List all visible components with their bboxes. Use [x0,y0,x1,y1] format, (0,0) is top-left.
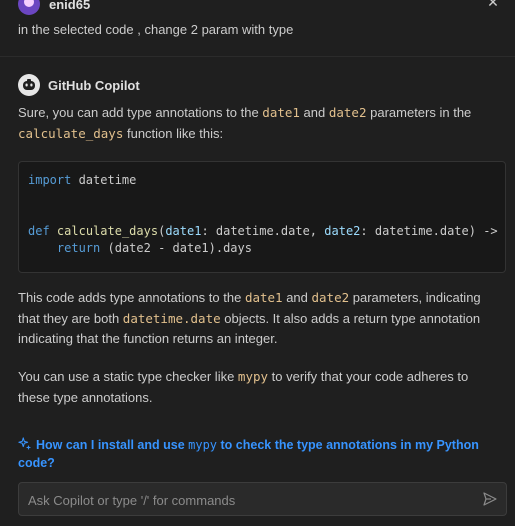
copilot-tip-text: You can use a static type checker like m… [18,369,469,405]
close-icon[interactable]: ✕ [485,0,501,10]
copilot-name: GitHub Copilot [48,77,140,93]
user-name: enid65 [49,0,91,12]
copilot-header: GitHub Copilot [18,74,140,96]
copilot-explanation-text: This code adds type annotations to the d… [18,290,481,346]
inline-code: date2 [311,290,350,305]
divider [0,56,515,57]
inline-code: datetime.date [122,310,221,326]
user-header: enid65 [18,0,90,15]
followup-suggestion-link[interactable]: How can I install and use mypy to check … [18,436,488,472]
code-line: return (date2 - date1).days [56,241,252,255]
code-line: import datetime [28,173,137,187]
chat-input[interactable] [26,483,470,517]
copilot-intro-text: Sure, you can add type annotations to th… [18,105,472,141]
sparkle-icon [18,437,32,451]
chat-input-container [18,482,507,517]
send-icon[interactable] [482,491,498,507]
code-block[interactable]: import datetime def calculate_days(date1… [18,161,506,273]
inline-code: date1 [244,290,283,305]
copilot-chat-panel: enid65 ✕ in the selected code , change 2… [0,0,515,526]
copilot-icon [18,74,40,96]
user-message: in the selected code , change 2 param wi… [18,22,294,37]
user-avatar [18,0,40,15]
inline-code: mypy [237,369,269,384]
inline-code: calculate_days [18,125,124,141]
inline-code: date2 [328,105,367,120]
inline-code: date1 [262,105,300,120]
code-line: def calculate_days(date1: datetime.date,… [28,224,498,238]
